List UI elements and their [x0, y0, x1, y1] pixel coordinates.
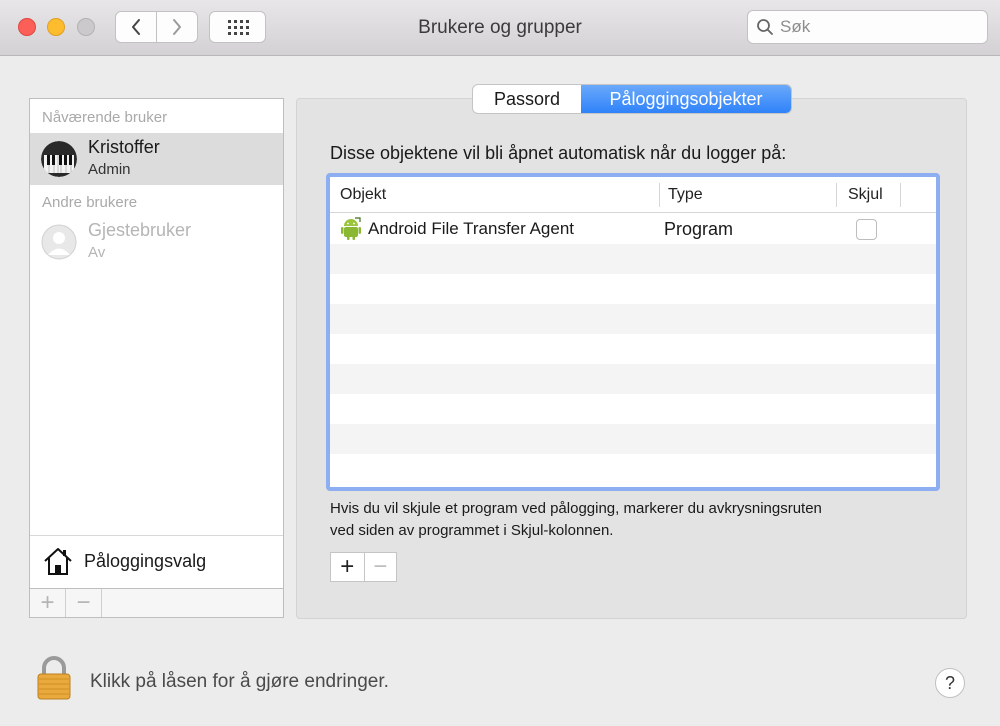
current-user-section-label: Nåværende bruker: [42, 109, 168, 126]
users-sidebar: Nåværende bruker Kristoffer Admin Andre …: [29, 98, 284, 618]
guest-user-name: Gjestebruker: [88, 220, 192, 240]
table-row-empty: [330, 334, 936, 364]
login-options-label: Påloggingsvalg: [84, 550, 207, 571]
login-options-item[interactable]: Påloggingsvalg: [30, 536, 283, 586]
house-icon: [44, 548, 72, 575]
chevron-left-icon: [132, 19, 140, 35]
person-silhouette-icon: [41, 224, 77, 260]
column-separator: [836, 183, 837, 207]
hint-line: ved siden av programmet i Skjul-kolonnen…: [330, 522, 614, 539]
column-header-hide[interactable]: Skjul: [848, 177, 883, 213]
table-row[interactable]: Android File Transfer Agent Program: [330, 214, 936, 244]
chevron-right-icon: [173, 19, 181, 35]
table-row-empty: [330, 424, 936, 454]
minimize-window-button[interactable]: [47, 18, 65, 36]
column-separator: [659, 183, 660, 207]
remove-login-item-button[interactable]: −: [363, 553, 397, 581]
preferences-window: Brukere og grupper Nåværende bruker: [0, 0, 1000, 726]
search-input[interactable]: [780, 17, 980, 37]
show-all-button[interactable]: [209, 11, 266, 43]
guest-avatar: [41, 224, 77, 260]
table-header: Objekt Type Skjul: [330, 177, 936, 213]
user-item-current[interactable]: Kristoffer Admin: [30, 133, 283, 185]
row-object-cell: Android File Transfer Agent: [340, 214, 574, 244]
add-login-item-button[interactable]: +: [331, 553, 364, 581]
table-row-empty: [330, 304, 936, 334]
current-user-name: Kristoffer: [88, 137, 160, 157]
hide-checkbox[interactable]: [856, 219, 877, 240]
tab-bar: Passord Påloggingsobjekter: [472, 84, 792, 114]
table-row-empty: [330, 454, 936, 484]
row-type: Program: [664, 218, 734, 239]
tab-password[interactable]: Passord: [473, 85, 581, 113]
row-object-name: Android File Transfer Agent: [368, 219, 575, 238]
search-field[interactable]: [747, 10, 988, 44]
lock-icon: [37, 656, 71, 700]
android-icon: [341, 217, 361, 240]
search-icon: [757, 19, 773, 35]
user-avatar: [41, 141, 77, 177]
table-row-empty: [330, 274, 936, 304]
navigation-buttons: [115, 11, 198, 43]
login-items-intro: Disse objektene vil bli åpnet automatisk…: [330, 143, 787, 163]
grid-icon: [227, 20, 249, 35]
zoom-window-button[interactable]: [77, 18, 95, 36]
table-row-empty: [330, 364, 936, 394]
remove-user-button[interactable]: −: [66, 589, 102, 617]
piano-avatar-icon: [41, 141, 77, 177]
lock-button[interactable]: [36, 655, 72, 700]
add-user-button[interactable]: +: [30, 589, 66, 617]
tab-login-items[interactable]: Påloggingsobjekter: [581, 85, 791, 113]
table-row-empty: [330, 244, 936, 274]
hide-hint-text: Hvis du vil skjule et program ved pålogg…: [330, 498, 930, 542]
forward-button[interactable]: [156, 12, 197, 42]
column-header-type[interactable]: Type: [668, 177, 703, 213]
help-button[interactable]: ?: [935, 668, 965, 698]
column-separator: [900, 183, 901, 207]
guest-user-status: Av: [88, 244, 106, 261]
table-row-empty: [330, 394, 936, 424]
login-items-table[interactable]: Objekt Type Skjul Android File Transfer …: [326, 173, 940, 491]
login-items-add-remove: + −: [330, 552, 397, 582]
current-user-role: Admin: [88, 161, 131, 178]
back-button[interactable]: [116, 12, 156, 42]
hint-line: Hvis du vil skjule et program ved pålogg…: [330, 500, 822, 517]
user-item-guest[interactable]: Gjestebruker Av: [30, 216, 283, 268]
lock-hint-text: Klikk på låsen for å gjøre endringer.: [90, 671, 389, 692]
close-window-button[interactable]: [18, 18, 36, 36]
title-bar: Brukere og grupper: [0, 0, 1000, 56]
other-users-section-label: Andre brukere: [42, 194, 138, 211]
sidebar-footer: + −: [30, 588, 283, 617]
column-header-object[interactable]: Objekt: [340, 177, 386, 213]
